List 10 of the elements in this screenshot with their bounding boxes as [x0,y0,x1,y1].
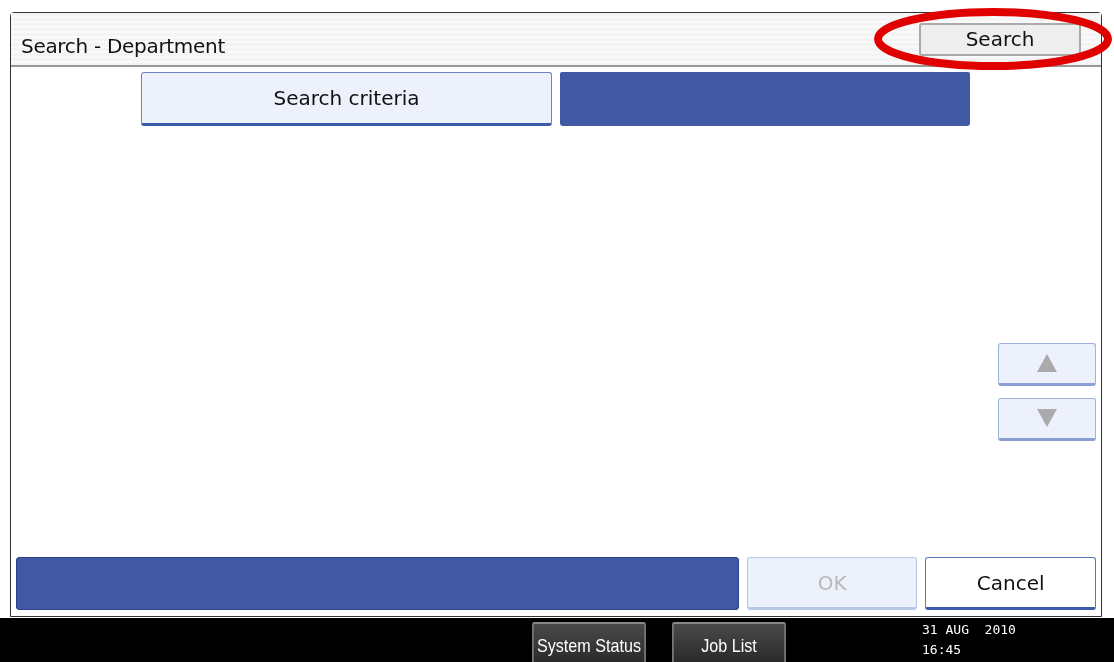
date-text: 31 AUG 2010 [922,621,1016,639]
cancel-button[interactable]: Cancel [925,557,1096,610]
down-triangle-icon [1037,409,1057,427]
status-bar-button[interactable]: Job List [672,622,786,662]
status-bar-button[interactable]: System Status [532,622,646,662]
up-triangle-icon [1037,354,1057,372]
time-text: 16:45 [922,641,963,659]
search-button[interactable]: Search [919,22,1081,56]
search-criteria-button[interactable]: Search criteria [141,72,552,126]
window-title: Search - Department [21,33,225,58]
